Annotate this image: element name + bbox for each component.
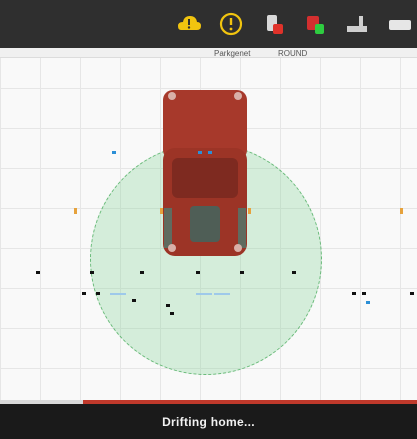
car-green-icon[interactable] — [301, 10, 329, 38]
status-bar: Drifting home... — [0, 404, 417, 439]
obstacle-point — [410, 292, 414, 295]
sensor-point — [160, 208, 163, 214]
sensor-point — [248, 208, 251, 214]
obstacle-point — [352, 292, 356, 295]
sensor-trace — [196, 293, 212, 295]
sensor-point — [208, 151, 212, 154]
car-red-icon[interactable] — [259, 10, 287, 38]
sensor-point — [74, 208, 77, 214]
status-message: Drifting home... — [162, 414, 255, 429]
parking-map[interactable]: Parkgenet ROUND — [0, 48, 417, 400]
obstacle-point — [36, 271, 40, 274]
vehicle[interactable] — [160, 88, 250, 258]
obstacle-point — [82, 292, 86, 295]
obstacle-point — [90, 271, 94, 274]
sensor-point — [198, 151, 202, 154]
sensor-trace — [214, 293, 230, 295]
toggle-icon[interactable] — [385, 10, 413, 38]
sensor-point — [400, 208, 403, 214]
sensor-point — [366, 301, 370, 304]
sensor-icon[interactable] — [343, 10, 371, 38]
obstacle-point — [196, 271, 200, 274]
obstacle-point — [96, 292, 100, 295]
sensor-trace — [110, 293, 126, 295]
obstacle-point — [166, 304, 170, 307]
warning-cloud-icon[interactable] — [175, 10, 203, 38]
top-toolbar — [0, 0, 417, 48]
alert-circle-icon[interactable] — [217, 10, 245, 38]
obstacle-point — [240, 271, 244, 274]
sensor-point — [112, 151, 116, 154]
obstacle-point — [140, 271, 144, 274]
ruler-left-label: Parkgenet — [214, 49, 251, 58]
obstacle-point — [132, 299, 136, 302]
obstacle-point — [292, 271, 296, 274]
ruler-right-label: ROUND — [278, 49, 308, 58]
map-ruler: Parkgenet ROUND — [0, 48, 417, 58]
obstacle-point — [362, 292, 366, 295]
obstacle-point — [170, 312, 174, 315]
